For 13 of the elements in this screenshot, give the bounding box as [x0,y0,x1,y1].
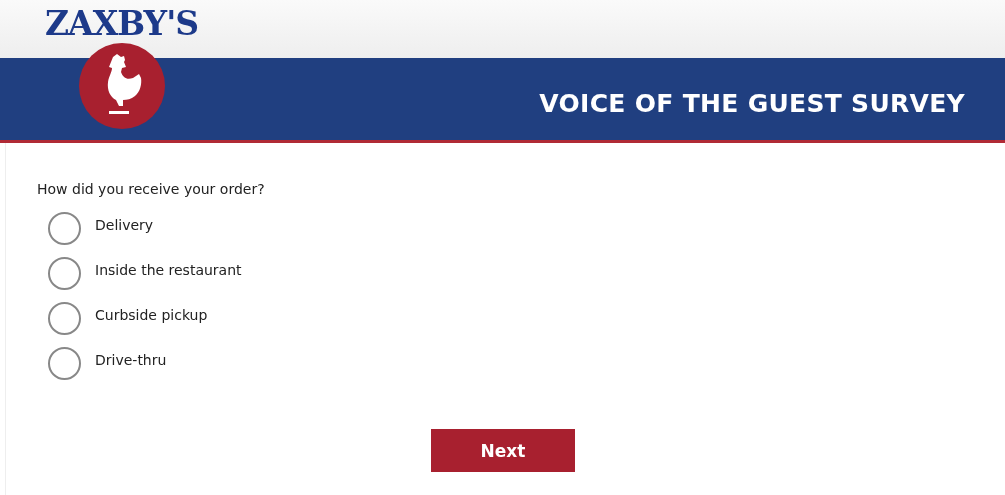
option-label[interactable]: Inside the restaurant [95,261,242,278]
option-label[interactable]: Drive-thru [95,351,167,368]
radio-button[interactable] [48,212,81,245]
survey-title: VOICE OF THE GUEST SURVEY [539,88,965,118]
radio-button[interactable] [48,257,81,290]
radio-button[interactable] [48,302,81,335]
brand-logo: ZAXBY'S [45,4,199,44]
option-label[interactable]: Curbside pickup [95,306,208,323]
next-button[interactable]: Next [431,429,575,472]
chicken-emblem-icon [79,43,165,129]
option-label[interactable]: Delivery [95,216,154,233]
question-text: How did you receive your order? [37,181,266,197]
radio-button[interactable] [48,347,81,380]
